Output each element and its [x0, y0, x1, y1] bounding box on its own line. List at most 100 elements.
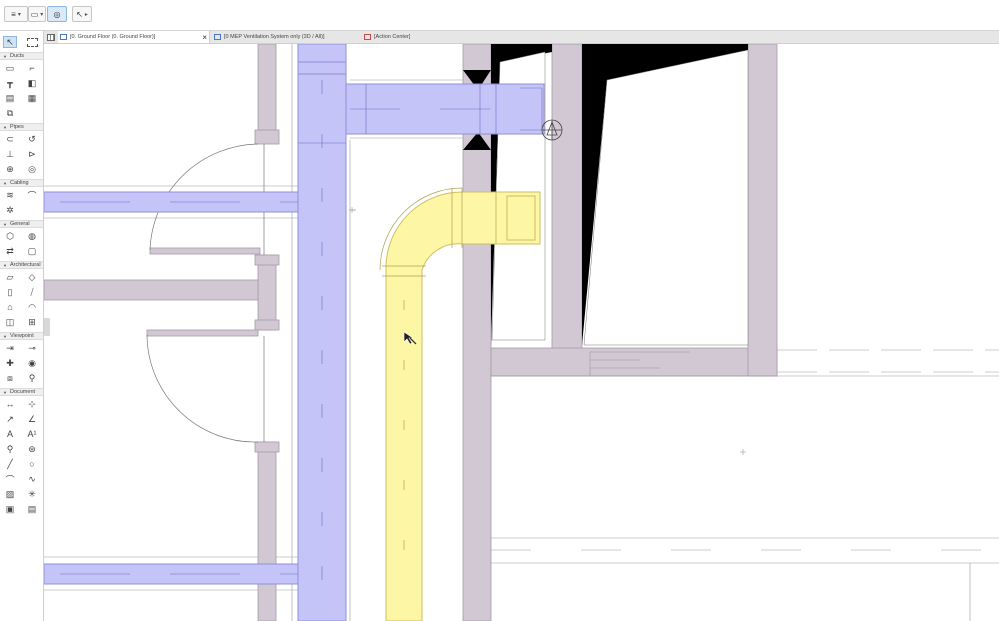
door-icon: ◫ — [5, 316, 15, 327]
dimension-tool[interactable]: ↔ — [3, 398, 17, 410]
tab-overview-icon[interactable] — [44, 31, 58, 43]
shell-tool[interactable]: ◠ — [25, 301, 39, 313]
fill-icon: ▨ — [5, 488, 15, 499]
polyline-tool[interactable]: ⌒ — [3, 473, 17, 485]
label-tool[interactable]: A¹ — [25, 428, 39, 440]
pipe-transition-icon: ⊳ — [28, 148, 36, 159]
cable-fitting-tool[interactable]: ✲ — [3, 204, 17, 216]
collapse-triangle-icon: ▼ — [3, 389, 7, 395]
pipe-bend-icon: ↺ — [28, 133, 36, 144]
circle-icon: ○ — [29, 459, 35, 469]
circle-tool[interactable]: ○ — [25, 458, 39, 470]
wall-segment — [149, 247, 261, 255]
drawing-tool[interactable]: ▤ — [25, 503, 39, 515]
wall-segment — [254, 319, 280, 331]
window-tool[interactable]: ⊞ — [25, 316, 39, 328]
line-icon: ╱ — [7, 458, 13, 469]
angle-dimension-tool[interactable]: ∠ — [25, 413, 39, 425]
fill-tool[interactable]: ▨ — [3, 488, 17, 500]
level-dimension-tool[interactable]: ⊹ — [25, 398, 39, 410]
toolbox-section-document[interactable]: ▼ Document — [0, 388, 43, 396]
toolbox-section-ducts[interactable]: ▼ Ducts — [0, 52, 43, 60]
text-tool[interactable]: A — [3, 428, 17, 440]
beam-tool[interactable]: ⧸ — [25, 286, 39, 298]
change-tool[interactable]: ⊛ — [25, 443, 39, 455]
pipe-tee-tool[interactable]: ⊥ — [3, 148, 17, 160]
spline-icon: ∿ — [28, 473, 36, 484]
arrow-tool[interactable]: ↖ — [3, 36, 17, 48]
tab-action-center[interactable]: [Action Center] — [362, 31, 442, 43]
interior-elevation-tool[interactable]: ✚ — [3, 357, 17, 369]
worksheet-tool[interactable]: ◉ — [25, 357, 39, 369]
pipe-transition-tool[interactable]: ⊳ — [25, 148, 39, 160]
text-icon: A — [6, 429, 13, 439]
view-options-button[interactable]: ▭ ▾ — [28, 6, 46, 22]
detail-tool[interactable]: ⧈ — [3, 372, 17, 384]
cable-bend-tool[interactable]: ⌒ — [25, 189, 39, 201]
toolbox-section-cabling[interactable]: ▼ Cabling — [0, 179, 43, 187]
duct-bend-tool[interactable]: ⌐ — [25, 62, 39, 74]
roof-tool[interactable]: ⌂ — [3, 301, 17, 313]
column-tool[interactable]: ▯ — [3, 286, 17, 298]
duct-equipment-tool[interactable]: ⧉ — [3, 107, 17, 119]
navigator-icon: ◎ — [53, 9, 61, 19]
elevation-icon: ⊸ — [28, 342, 36, 353]
collapse-triangle-icon: ▼ — [3, 262, 7, 268]
pipe-tee-icon: ⊥ — [6, 148, 14, 159]
routing-icon: ⇄ — [6, 245, 14, 256]
hotspot-tool[interactable]: ✳ — [25, 488, 39, 500]
door-tool[interactable]: ◫ — [3, 316, 17, 328]
wall-segment — [747, 44, 778, 377]
toolbox-section-label: Cabling — [9, 180, 29, 186]
layer-combination-button[interactable]: ≡ ▾ — [4, 6, 28, 22]
equipment-tool[interactable]: ⬡ — [3, 230, 17, 242]
cut-fill — [510, 44, 524, 48]
camera-tool[interactable]: ⚲ — [25, 372, 39, 384]
marquee-tool[interactable] — [25, 36, 39, 48]
duct-terminal-tool[interactable]: ▦ — [25, 92, 39, 104]
duct-tee-tool[interactable]: ┳ — [3, 77, 17, 89]
panel-tool[interactable]: ▢ — [25, 245, 39, 257]
floor-plan-canvas[interactable] — [44, 44, 999, 621]
cursor-tool-button[interactable]: ↖ ▸ — [72, 6, 92, 22]
view-tab-bar: [0. Ground Floor (0. Ground Floor)] × [0… — [44, 31, 999, 44]
collapse-triangle-icon: ▼ — [3, 53, 7, 59]
line-tool[interactable]: ╱ — [3, 458, 17, 470]
angle-dimension-icon: ∠ — [27, 413, 37, 424]
tab-ground-floor[interactable]: [0. Ground Floor (0. Ground Floor)] × — [58, 31, 210, 43]
wall-segment — [257, 44, 277, 135]
duct-fitting-tool[interactable]: ▤ — [3, 92, 17, 104]
wall-tool[interactable]: ▱ — [3, 271, 17, 283]
slab-tool[interactable]: ◇ — [25, 271, 39, 283]
pipe-terminal-tool[interactable]: ◎ — [25, 163, 39, 175]
spline-tool[interactable]: ∿ — [25, 473, 39, 485]
routing-tool[interactable]: ⇄ — [3, 245, 17, 257]
toolbox-section-label: Viewpoint — [9, 333, 34, 339]
navigator-button[interactable]: ◎ — [47, 6, 67, 22]
toolbox-section-pipes[interactable]: ▼ Pipes — [0, 123, 43, 131]
pipe-bend-tool[interactable]: ↺ — [25, 133, 39, 145]
cursor-icon: ↖ — [76, 9, 83, 19]
cable-carrier-tool[interactable]: ≋ — [3, 189, 17, 201]
section-tool[interactable]: ⇥ — [3, 342, 17, 354]
toolbox-section-general[interactable]: ▼ General — [0, 220, 43, 228]
flexible-segment-tool[interactable]: ◍ — [25, 230, 39, 242]
close-icon[interactable]: × — [202, 33, 207, 42]
section-icon: ⇥ — [6, 342, 14, 353]
marker-tool[interactable]: ⚲ — [3, 443, 17, 455]
elevation-tool[interactable]: ⊸ — [25, 342, 39, 354]
marker-icon: ⚲ — [6, 443, 14, 454]
duct-straight-tool[interactable]: ▭ — [3, 62, 17, 74]
figure-tool[interactable]: ▣ — [3, 503, 17, 515]
pipe-fitting-tool[interactable]: ⊕ — [3, 163, 17, 175]
floor-plan-drawing[interactable] — [44, 44, 999, 621]
tab-mep-3d[interactable]: [0 MEP Ventilation System only (3D / All… — [210, 31, 360, 43]
hotspot-icon: ✳ — [28, 488, 36, 499]
toolbox-section-viewpoint[interactable]: ▼ Viewpoint — [0, 332, 43, 340]
duct-transition-tool[interactable]: ◧ — [25, 77, 39, 89]
polyline-icon: ⌒ — [5, 474, 15, 485]
pipe-straight-tool[interactable]: ⊂ — [3, 133, 17, 145]
toolbox-section-architectural[interactable]: ▼ Architectural — [0, 261, 43, 269]
radial-dimension-tool[interactable]: ↗ — [3, 413, 17, 425]
tab-label: [Action Center] — [374, 34, 411, 40]
